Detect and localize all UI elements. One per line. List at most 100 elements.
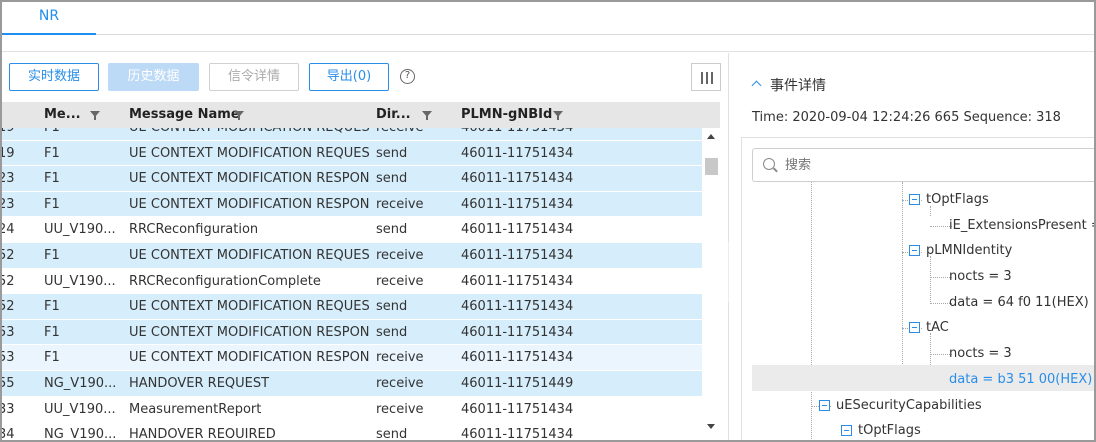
table-row[interactable]: 34 NG_V190... HANDOVER REQUIRED send 46011-1… (2, 422, 702, 438)
scroll-down-icon[interactable] (707, 424, 715, 429)
cell-plmn: 46011-11751434 (461, 145, 574, 161)
cell-plmn: 46011-11751434 (461, 273, 574, 289)
cell-method: NG_V190... (44, 427, 117, 438)
header-message-name[interactable]: Message Name (129, 102, 240, 128)
event-time: Time: 2020-09-04 12:24:26 665 Sequence: … (752, 110, 1061, 125)
cell-dir: send (376, 427, 408, 438)
help-icon[interactable]: ? (400, 69, 415, 84)
table-row[interactable]: 19 F1 UE CONTEXT MODIFICATION REQUEST send 4… (2, 140, 702, 167)
table-row[interactable]: 23 F1 UE CONTEXT MODIFICATION RESPON... rec… (2, 191, 702, 218)
cell-name: RRCReconfiguration (129, 222, 259, 238)
cell-idx: 33 (2, 401, 15, 417)
cell-method: F1 (44, 145, 60, 161)
tree-node[interactable]: data = 64 f0 11(HEX) (949, 291, 1089, 315)
tab-bar: NR (2, 2, 1094, 35)
table-row[interactable]: 24 UU_V190... RRCReconfiguration send 46011-… (2, 217, 702, 243)
header-method[interactable]: Me... (44, 102, 81, 128)
search-input[interactable] (785, 155, 1085, 175)
export-button[interactable]: 导出(0) (309, 63, 389, 91)
tab-nr[interactable]: NR (2, 2, 96, 35)
table-scrollbar[interactable] (703, 128, 720, 438)
signal-detail-button[interactable]: 信令详情 (209, 63, 299, 91)
cell-dir: receive (376, 376, 424, 391)
header-plmn[interactable]: PLMN-gNBId (461, 102, 552, 128)
tree-node[interactable]: tAC (926, 316, 949, 340)
cell-name: UE CONTEXT MODIFICATION REQUEST (129, 299, 369, 315)
cell-dir: send (376, 299, 408, 315)
cell-name: UE CONTEXT MODIFICATION RESPON... (129, 324, 369, 340)
cell-method: NG_V190... (44, 376, 117, 391)
table-row[interactable]: 23 F1 UE CONTEXT MODIFICATION RESPON... sen… (2, 166, 702, 192)
cell-idx: 53 (2, 350, 15, 366)
cell-method: F1 (44, 128, 119, 140)
cell-dir: receive (376, 273, 424, 289)
cell-idx: 23 (2, 196, 15, 212)
collapse-toggle-icon[interactable] (841, 425, 852, 436)
cell-dir: send (376, 222, 408, 238)
filter-icon[interactable] (90, 111, 100, 120)
cell-plmn: 46011-11751434 (461, 299, 574, 315)
tree-node[interactable]: nocts = 3 (949, 265, 1012, 289)
table-header: Me... Message Name Dir... PLMN-gNBId (2, 102, 720, 128)
cell-dir: receive (376, 128, 456, 140)
cell-dir: receive (376, 248, 424, 263)
table-row[interactable]: 19 F1 UE CONTEXT MODIFICATION REQUEST recei… (2, 128, 702, 141)
table-row[interactable]: 53 F1 UE CONTEXT MODIFICATION RESPON... rec… (2, 345, 702, 371)
cell-idx: 52 (2, 248, 15, 263)
tree-node[interactable]: iE_ExtensionsPresent = 0 (949, 214, 1094, 238)
scroll-thumb[interactable] (705, 158, 718, 175)
collapse-toggle-icon[interactable] (909, 322, 920, 333)
cell-idx: 19 (2, 128, 34, 140)
cell-dir: receive (376, 350, 424, 366)
cell-name: UE CONTEXT MODIFICATION REQUEST (129, 145, 369, 161)
collapse-toggle-icon[interactable] (909, 194, 920, 205)
table-row[interactable]: 53 F1 UE CONTEXT MODIFICATION RESPON... sen… (2, 319, 702, 346)
column-settings-button[interactable] (691, 63, 721, 91)
collapse-toggle-icon[interactable] (909, 245, 920, 256)
event-detail-header[interactable]: 事件详情 (751, 75, 826, 95)
history-data-button[interactable]: 历史数据 (108, 63, 199, 91)
scroll-up-icon[interactable] (707, 134, 715, 139)
table-row[interactable]: 52 F1 UE CONTEXT MODIFICATION REQUEST send 4… (2, 294, 702, 320)
tree-node[interactable]: data = b3 51 00(HEX) (949, 368, 1092, 392)
tree-node[interactable]: tOptFlags (858, 419, 921, 440)
cell-name: UE CONTEXT MODIFICATION REQUEST (129, 128, 369, 140)
cell-method: F1 (44, 248, 60, 263)
tree-node[interactable]: nocts = 3 (949, 342, 1012, 366)
table-row[interactable]: 33 UU_V190... MeasurementReport receive 4601… (2, 396, 702, 423)
cell-name: HANDOVER REQUIRED (129, 427, 276, 438)
filter-icon[interactable] (234, 111, 244, 120)
tree-node[interactable]: uESecurityCapabilities (836, 394, 982, 418)
tree-search (752, 148, 1094, 182)
cell-method: F1 (44, 171, 60, 187)
table-row[interactable]: 55 NG_V190... HANDOVER REQUEST receive 46011… (2, 371, 702, 397)
cell-dir: send (376, 324, 408, 340)
table-row[interactable]: 52 F1 UE CONTEXT MODIFICATION REQUEST recei… (2, 243, 702, 269)
cell-name: UE CONTEXT MODIFICATION REQUEST (129, 248, 369, 263)
cell-method: UU_V190... (44, 222, 116, 238)
realtime-data-button[interactable]: 实时数据 (9, 63, 99, 91)
chevron-up-icon[interactable] (751, 80, 762, 91)
cell-idx: 34 (2, 427, 15, 438)
cell-plmn: 46011-11751434 (461, 171, 574, 187)
tree-node[interactable]: pLMNIdentity (926, 239, 1012, 263)
tree-node[interactable]: tOptFlags (926, 188, 989, 212)
table-body: 19 F1 UE CONTEXT MODIFICATION REQUEST recei… (2, 128, 702, 438)
sub-bar (2, 36, 1094, 52)
cell-idx: 19 (2, 145, 15, 161)
cell-method: F1 (44, 299, 60, 315)
collapse-toggle-icon[interactable] (819, 400, 830, 411)
cell-name: UE CONTEXT MODIFICATION RESPON... (129, 171, 369, 187)
cell-idx: 53 (2, 324, 15, 340)
header-direction[interactable]: Dir... (376, 102, 411, 128)
search-icon (763, 158, 775, 170)
event-detail-panel: 事件详情 Time: 2020-09-04 12:24:26 665 Seque… (729, 53, 1094, 440)
cell-idx: 52 (2, 299, 15, 315)
table-row[interactable]: 52 UU_V190... RRCReconfigurationComplete re… (2, 268, 702, 295)
cell-method: F1 (44, 324, 60, 340)
filter-icon[interactable] (553, 111, 563, 120)
cell-plmn: 46011-11751434 (461, 427, 574, 438)
cell-dir: receive (376, 196, 424, 212)
cell-dir: send (376, 145, 408, 161)
filter-icon[interactable] (422, 111, 432, 120)
